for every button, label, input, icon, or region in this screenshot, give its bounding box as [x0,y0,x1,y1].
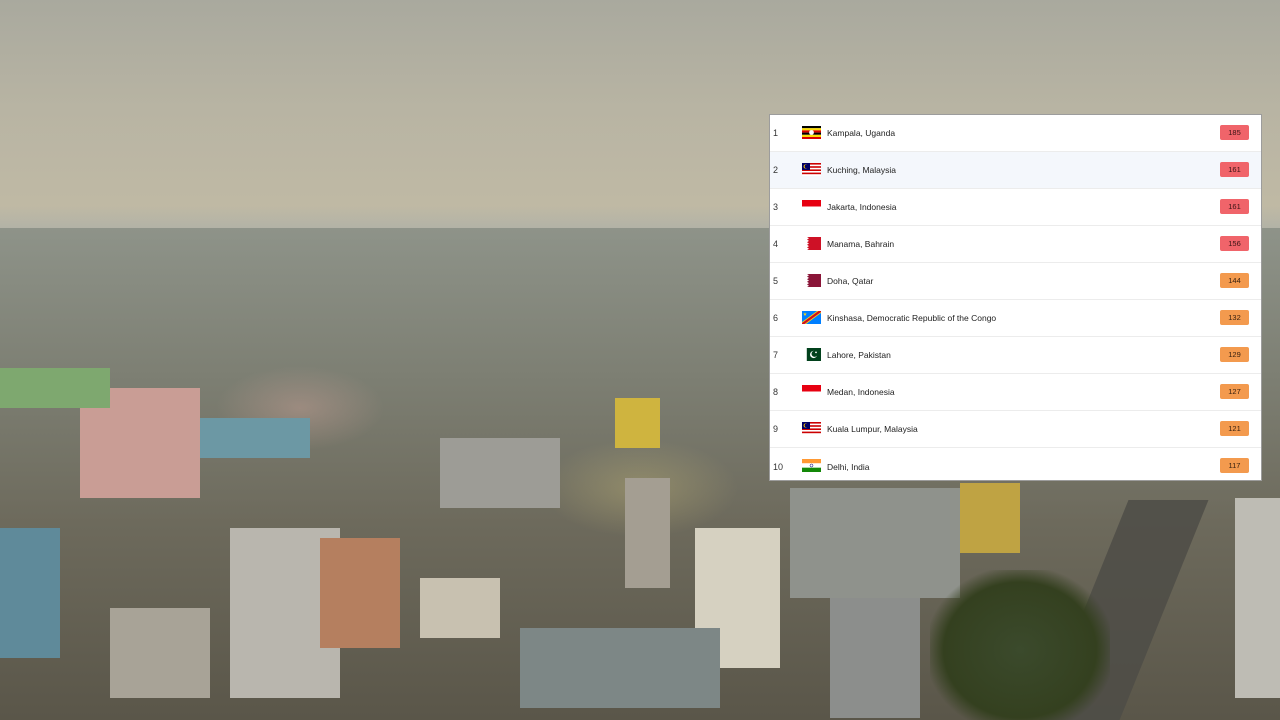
rank-number: 10 [773,461,784,472]
ranking-row[interactable]: 6 Kinshasa, Democratic Republic of the C… [770,300,1261,337]
ranking-row[interactable]: 3 Jakarta, Indonesia 161 [770,189,1261,226]
ranking-row[interactable]: 5 Doha, Qatar 144 [770,263,1261,300]
building [320,538,400,648]
ranking-row[interactable]: 7 Lahore, Pakistan 129 [770,337,1261,374]
indonesia-flag-icon [802,200,821,213]
city-name: Medan, Indonesia [827,387,895,397]
building [625,478,670,588]
ranking-row[interactable]: 8 Medan, Indonesia 127 [770,374,1261,411]
pakistan-flag-icon [802,348,821,361]
city-name: Kuala Lumpur, Malaysia [827,424,918,434]
city-name: Kuching, Malaysia [827,165,896,175]
building [0,368,110,408]
aqi-badge: 132 [1220,310,1249,325]
city-name: Kampala, Uganda [827,128,896,138]
city-name: Doha, Qatar [827,276,874,286]
india-flag-icon [802,459,821,472]
malaysia-flag-icon [802,422,821,435]
rank-number: 2 [773,165,779,175]
aqi-badge: 127 [1220,384,1249,399]
aqi-badge: 144 [1220,273,1249,288]
tree-canopy [930,570,1110,720]
city-name: Lahore, Pakistan [827,350,891,360]
uganda-flag-icon [802,126,821,139]
bahrain-flag-icon [802,237,821,250]
rank-number: 4 [773,239,779,249]
rank-number: 5 [773,276,779,286]
building [960,483,1020,553]
building [420,578,500,638]
building [0,528,60,658]
city-name: Kinshasa, Democratic Republic of the Con… [827,313,997,323]
city-ranking-panel: 1 Kampala, Uganda 185 2 Kuching, Malaysi… [769,114,1262,481]
building [200,418,310,458]
aqi-badge: 121 [1220,421,1249,436]
qatar-flag-icon [802,274,821,287]
aqi-badge: 161 [1220,199,1249,214]
aqi-badge: 129 [1220,347,1249,362]
building [830,598,920,718]
aqi-badge: 156 [1220,236,1249,251]
city-name: Manama, Bahrain [827,239,895,249]
ranking-row[interactable]: 10 Delhi, India 117 [770,448,1261,485]
building [520,628,720,708]
dr-congo-flag-icon [802,311,821,324]
rank-number: 1 [773,128,779,138]
ranking-row[interactable]: 4 Manama, Bahrain 156 [770,226,1261,263]
building [440,438,560,508]
rank-number: 3 [773,202,779,212]
indonesia-flag-icon [802,385,821,398]
ranking-row[interactable]: 2 Kuching, Malaysia 161 [770,152,1261,189]
building [615,398,660,448]
ranking-row[interactable]: 1 Kampala, Uganda 185 [770,115,1261,152]
ranking-row[interactable]: 9 Kuala Lumpur, Malaysia 121 [770,411,1261,448]
city-name: Delhi, India [827,461,870,472]
rank-number: 9 [773,424,779,434]
aqi-badge: 161 [1220,162,1249,177]
aqi-badge: 117 [1220,458,1249,473]
rank-number: 7 [773,350,779,360]
building [1235,498,1280,698]
aqi-badge: 185 [1220,125,1249,140]
city-name: Jakarta, Indonesia [827,202,897,212]
malaysia-flag-icon [802,163,821,176]
rank-number: 8 [773,387,779,397]
rank-number: 6 [773,313,779,323]
building [110,608,210,698]
